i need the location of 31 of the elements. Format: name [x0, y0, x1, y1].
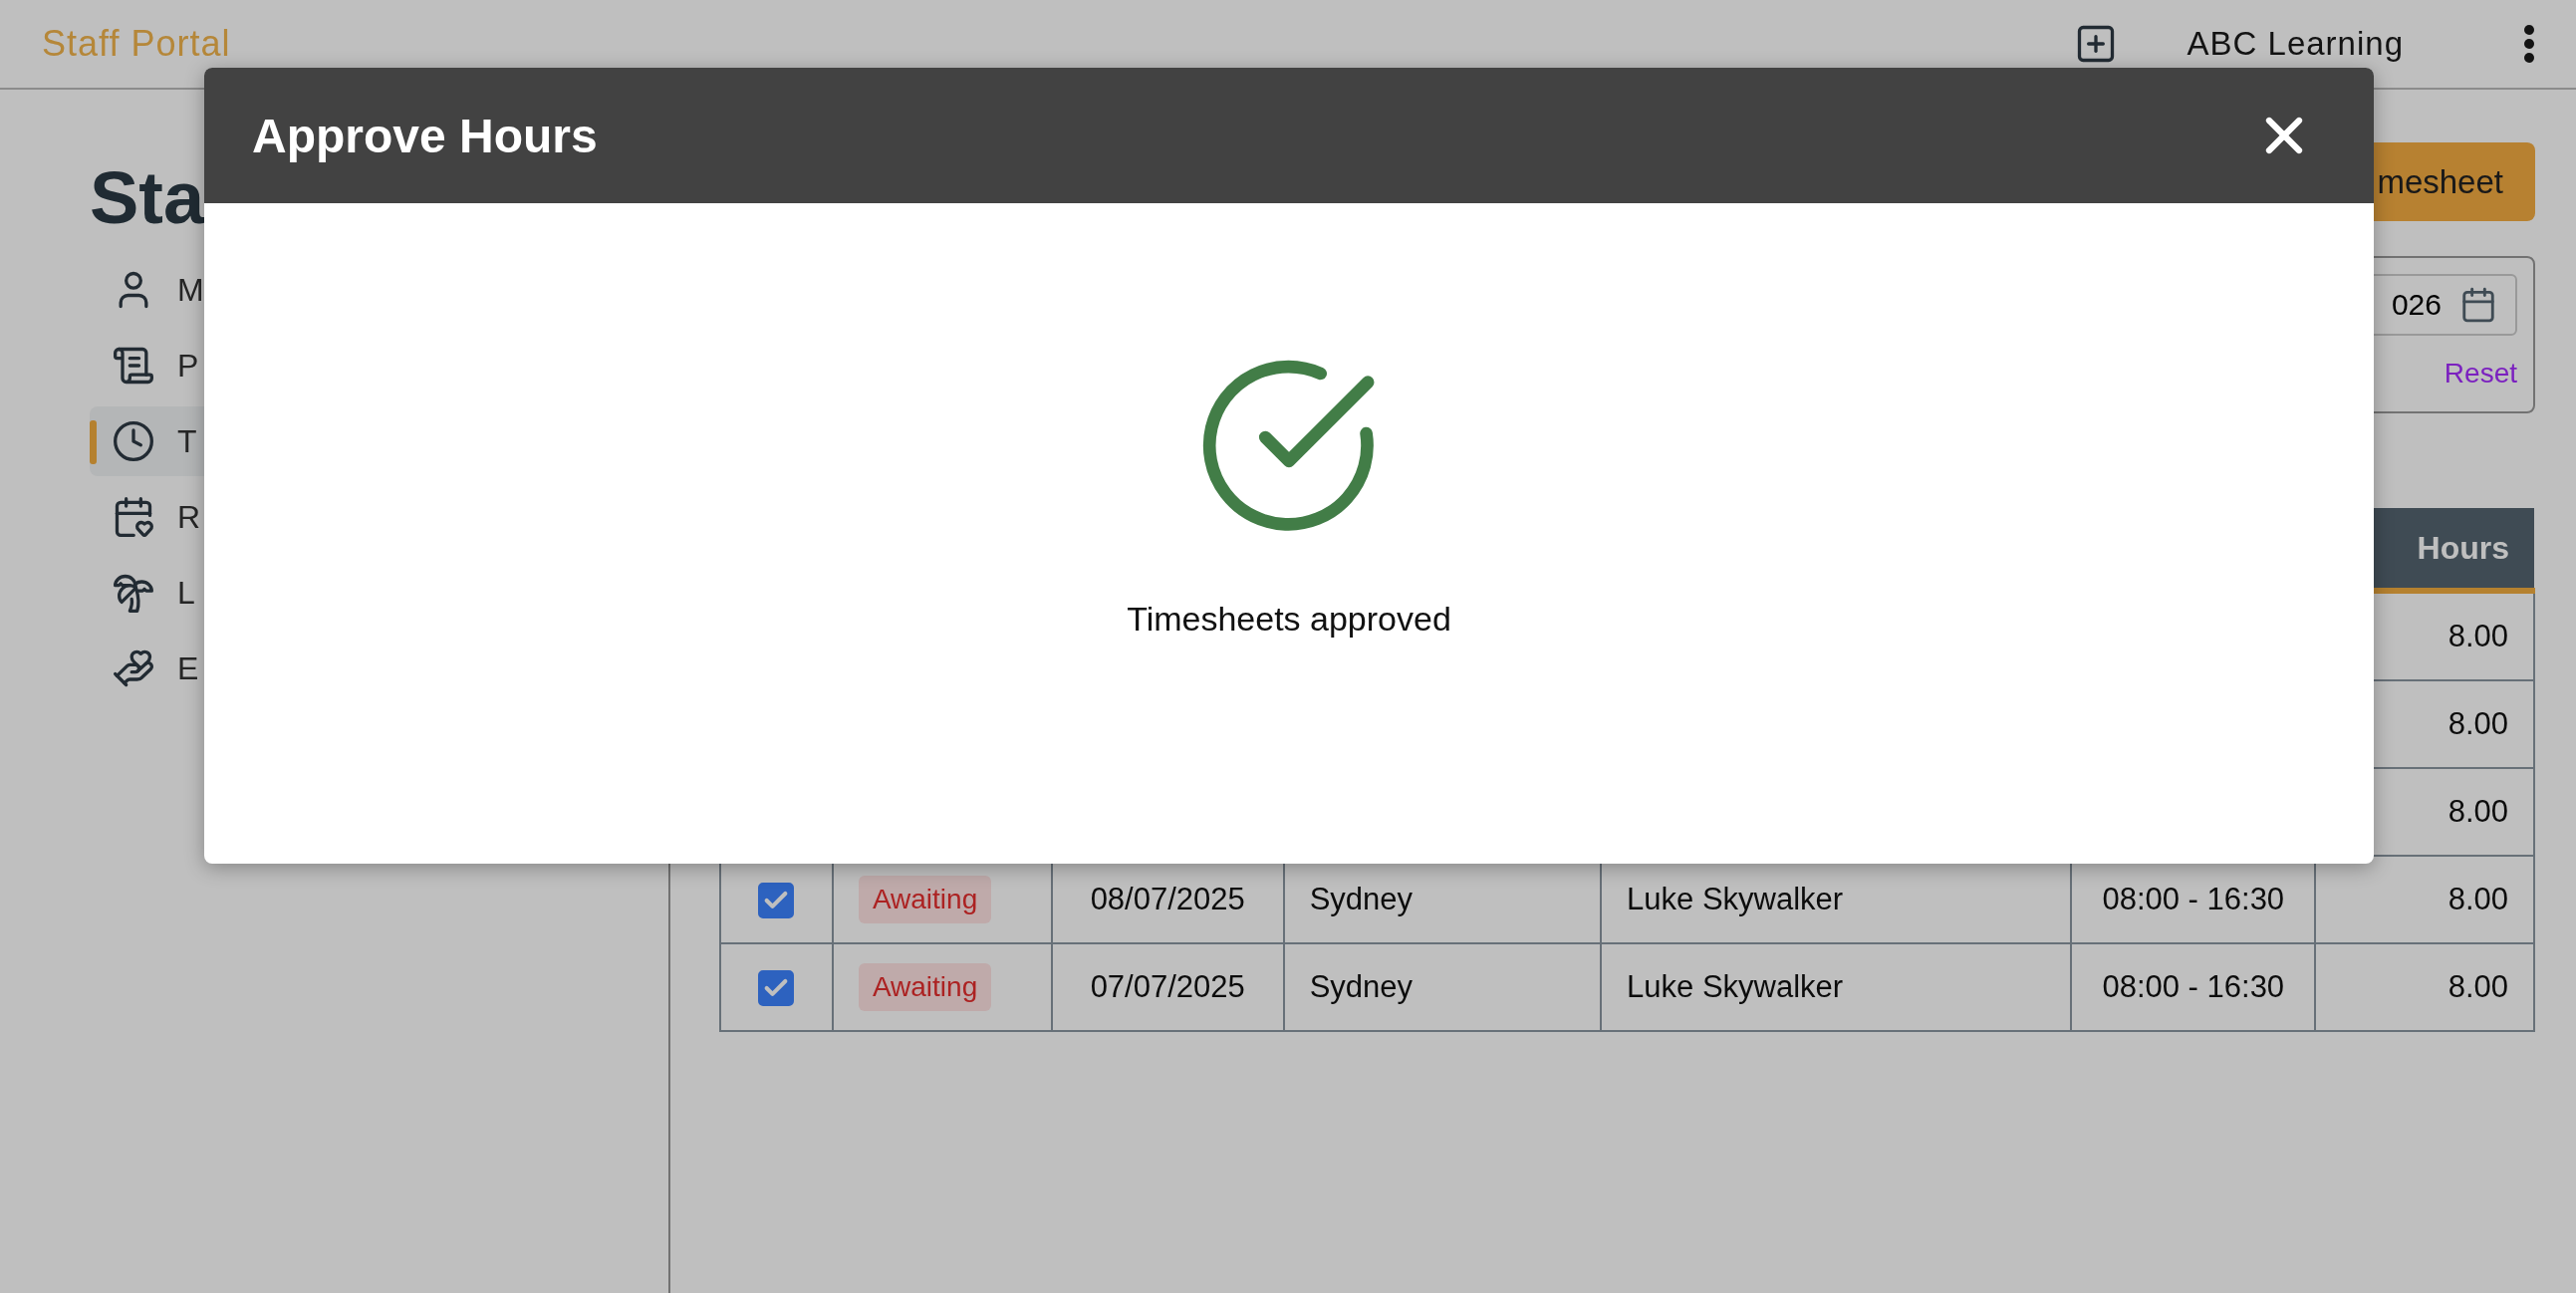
table-cell: 07/07/2025: [1051, 943, 1284, 1031]
nav-label: P: [177, 347, 199, 385]
nav-label: E: [177, 649, 199, 687]
nav-label: T: [177, 422, 197, 460]
nav-item[interactable]: E: [90, 634, 430, 703]
nav-item[interactable]: L: [90, 558, 430, 628]
organisation-name: ABC Learning: [2187, 25, 2404, 63]
table-cell: 08:00 - 16:30: [2071, 943, 2316, 1031]
status-badge: Awaiting: [858, 876, 992, 923]
calendar-icon: [2459, 286, 2497, 324]
success-message: Timesheets approved: [1127, 600, 1451, 639]
status-badge: Awaiting: [858, 963, 992, 1011]
table-cell: Luke Skywalker: [1601, 943, 2072, 1031]
reset-link[interactable]: Reset: [2444, 358, 2517, 389]
more-icon: [2523, 24, 2535, 64]
nav-item[interactable]: R: [90, 482, 430, 552]
more-menu-button[interactable]: [2523, 24, 2535, 64]
row-checkbox[interactable]: [758, 882, 795, 918]
nav-label: R: [177, 498, 201, 536]
nav-label: L: [177, 574, 195, 612]
table-cell: 8.00: [2315, 943, 2534, 1031]
table-cell: Sydney: [1283, 943, 1602, 1031]
app-title: Staff Portal: [42, 23, 231, 65]
clock-icon: [112, 419, 155, 463]
row-checkbox[interactable]: [758, 969, 795, 1006]
page-heading: Sta: [90, 161, 206, 235]
nav-item[interactable]: P: [90, 331, 430, 400]
nav-item[interactable]: M: [90, 255, 430, 325]
dialog-title: Approve Hours: [252, 108, 598, 163]
nav-label: M: [177, 271, 204, 309]
selection-indicator: [90, 420, 97, 464]
